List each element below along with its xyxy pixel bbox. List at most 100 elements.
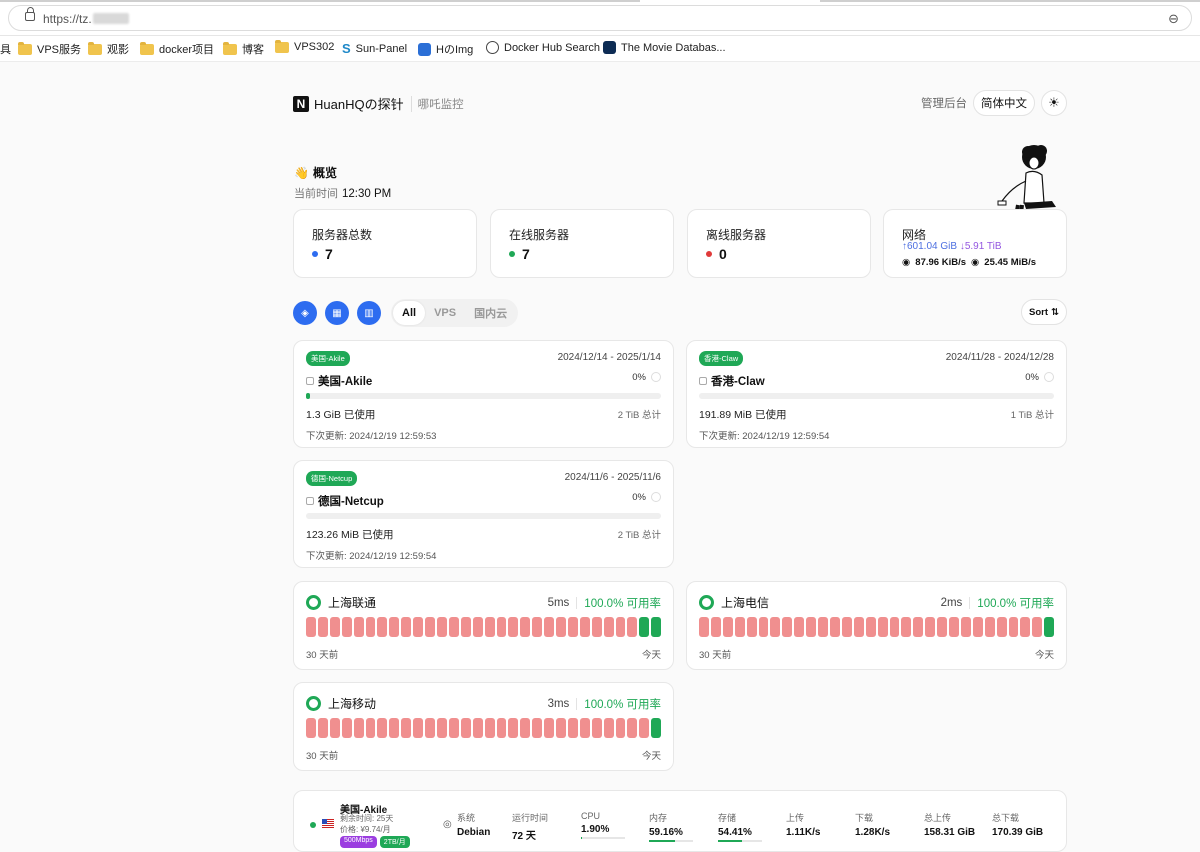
uptime-day-bar[interactable]: [389, 617, 400, 637]
uptime-day-bar[interactable]: [1032, 617, 1043, 637]
bookmark-item[interactable]: S Sun-Panel: [342, 41, 407, 56]
uptime-day-bar[interactable]: [615, 718, 626, 738]
uptime-day-bar[interactable]: [341, 718, 352, 738]
uptime-day-bar[interactable]: [913, 617, 924, 637]
uptime-day-bar[interactable]: [496, 617, 507, 637]
uptime-day-bar[interactable]: [699, 617, 709, 637]
uptime-day-bar[interactable]: [329, 617, 340, 637]
uptime-day-bar[interactable]: [818, 617, 828, 637]
uptime-day-bar[interactable]: [532, 617, 543, 637]
uptime-day-bar[interactable]: [567, 617, 578, 637]
uptime-day-bar[interactable]: [401, 617, 412, 637]
server-traffic-card[interactable]: 美国-Akile 2024/12/14 - 2025/1/14 美国-Akile…: [293, 340, 674, 448]
uptime-day-bar[interactable]: [365, 617, 376, 637]
bookmark-item[interactable]: HのImg: [418, 41, 473, 57]
uptime-day-bar[interactable]: [651, 718, 662, 738]
uptime-day-bar[interactable]: [722, 617, 733, 637]
address-bar[interactable]: https://tz. ⊖: [8, 5, 1192, 31]
uptime-day-bar[interactable]: [877, 617, 888, 637]
server-traffic-card[interactable]: 香港-Claw 2024/11/28 - 2024/12/28 香港-Claw …: [686, 340, 1067, 448]
bookmark-partial[interactable]: 具: [0, 41, 11, 57]
bookmark-item[interactable]: The Movie Databas...: [603, 41, 726, 54]
uptime-day-bar[interactable]: [794, 617, 805, 637]
uptime-day-bar[interactable]: [425, 718, 435, 738]
uptime-day-bar[interactable]: [853, 617, 864, 637]
uptime-day-bar[interactable]: [389, 718, 400, 738]
monitor-card[interactable]: 上海移动 3ms 100.0% 可用率 30 天前 今天: [293, 682, 674, 771]
uptime-day-bar[interactable]: [1020, 617, 1031, 637]
admin-link[interactable]: 管理后台: [921, 95, 967, 111]
uptime-day-bar[interactable]: [960, 617, 971, 637]
uptime-day-bar[interactable]: [544, 718, 555, 738]
zoom-icon[interactable]: ⊖: [1168, 11, 1179, 27]
uptime-day-bar[interactable]: [556, 718, 566, 738]
uptime-day-bar[interactable]: [829, 617, 840, 637]
bookmark-item[interactable]: 观影: [88, 41, 129, 57]
bookmark-item[interactable]: VPS服务: [18, 41, 81, 57]
uptime-day-bar[interactable]: [401, 718, 412, 738]
uptime-day-bar[interactable]: [520, 617, 531, 637]
uptime-day-bar[interactable]: [1008, 617, 1019, 637]
uptime-day-bar[interactable]: [353, 718, 364, 738]
uptime-day-bar[interactable]: [556, 617, 566, 637]
uptime-day-bar[interactable]: [603, 718, 614, 738]
uptime-day-bar[interactable]: [425, 617, 435, 637]
uptime-day-bar[interactable]: [567, 718, 578, 738]
uptime-day-bar[interactable]: [603, 617, 614, 637]
uptime-day-bar[interactable]: [901, 617, 912, 637]
uptime-day-bar[interactable]: [734, 617, 745, 637]
uptime-day-bar[interactable]: [865, 617, 876, 637]
uptime-day-bar[interactable]: [413, 718, 424, 738]
tab-vps[interactable]: VPS: [425, 301, 465, 325]
uptime-day-bar[interactable]: [484, 718, 495, 738]
monitor-card[interactable]: 上海联通 5ms 100.0% 可用率 30 天前 今天: [293, 581, 674, 670]
uptime-day-bar[interactable]: [1044, 617, 1055, 637]
uptime-day-bar[interactable]: [460, 718, 471, 738]
uptime-day-bar[interactable]: [508, 718, 519, 738]
uptime-day-bar[interactable]: [472, 718, 483, 738]
uptime-day-bar[interactable]: [472, 617, 483, 637]
uptime-day-bar[interactable]: [806, 617, 817, 637]
uptime-day-bar[interactable]: [508, 617, 519, 637]
uptime-day-bar[interactable]: [782, 617, 793, 637]
uptime-day-bar[interactable]: [746, 617, 757, 637]
monitor-card[interactable]: 上海电信 2ms 100.0% 可用率 30 天前 今天: [686, 581, 1067, 670]
uptime-day-bar[interactable]: [972, 617, 983, 637]
uptime-day-bar[interactable]: [579, 718, 590, 738]
uptime-day-bar[interactable]: [377, 718, 388, 738]
uptime-day-bar[interactable]: [937, 617, 948, 637]
uptime-day-bar[interactable]: [353, 617, 364, 637]
uptime-day-bar[interactable]: [639, 718, 650, 738]
bookmark-item[interactable]: docker项目: [140, 41, 214, 57]
uptime-day-bar[interactable]: [579, 617, 590, 637]
tab-all[interactable]: All: [393, 301, 426, 325]
map-view-button[interactable]: ◈: [293, 301, 317, 325]
uptime-day-bar[interactable]: [996, 617, 1007, 637]
server-row-card[interactable]: 美国-Akile 剩余时间: 25天 价格: ¥9.74/月 500Mbps 2…: [293, 790, 1067, 852]
uptime-day-bar[interactable]: [436, 617, 447, 637]
uptime-day-bar[interactable]: [484, 617, 495, 637]
chart-view-button[interactable]: ▦: [325, 301, 349, 325]
tab-domestic-cloud[interactable]: 国内云: [465, 301, 516, 325]
uptime-day-bar[interactable]: [710, 617, 721, 637]
uptime-day-bar[interactable]: [627, 718, 638, 738]
uptime-day-bar[interactable]: [651, 617, 662, 637]
site-logo[interactable]: N HuanHQの探针 哪吒监控: [293, 94, 464, 113]
uptime-day-bar[interactable]: [436, 718, 447, 738]
uptime-day-bar[interactable]: [496, 718, 507, 738]
uptime-day-bar[interactable]: [413, 617, 424, 637]
uptime-day-bar[interactable]: [841, 617, 852, 637]
uptime-day-bar[interactable]: [889, 617, 900, 637]
uptime-day-bar[interactable]: [627, 617, 638, 637]
bookmark-item[interactable]: 博客: [223, 41, 264, 57]
uptime-day-bar[interactable]: [317, 718, 328, 738]
uptime-day-bar[interactable]: [460, 617, 471, 637]
sort-button[interactable]: Sort ⇅: [1021, 299, 1067, 325]
bookmark-item[interactable]: VPS302: [275, 39, 334, 53]
uptime-day-bar[interactable]: [984, 617, 995, 637]
uptime-day-bar[interactable]: [317, 617, 328, 637]
theme-toggle-button[interactable]: ☀: [1041, 90, 1067, 116]
uptime-day-bar[interactable]: [306, 617, 316, 637]
uptime-day-bar[interactable]: [341, 617, 352, 637]
uptime-day-bar[interactable]: [532, 718, 543, 738]
